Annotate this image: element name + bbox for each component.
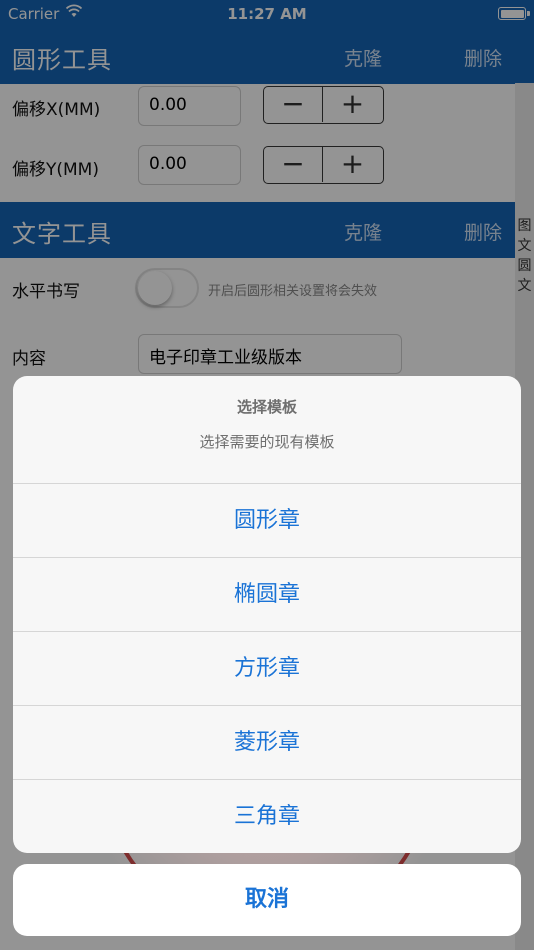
- action-sheet-title: 选择模板: [236, 398, 297, 416]
- option-circle-stamp[interactable]: 圆形章: [13, 483, 521, 557]
- template-action-sheet: 选择模板 选择需要的现有模板 圆形章 椭圆章 方形章 菱形章 三角章: [13, 376, 521, 853]
- cancel-button[interactable]: 取消: [13, 864, 521, 936]
- action-sheet-message: 选择需要的现有模板: [199, 433, 335, 451]
- option-ellipse-stamp[interactable]: 椭圆章: [13, 557, 521, 631]
- option-square-stamp[interactable]: 方形章: [13, 631, 521, 705]
- option-triangle-stamp[interactable]: 三角章: [13, 779, 521, 853]
- option-diamond-stamp[interactable]: 菱形章: [13, 705, 521, 779]
